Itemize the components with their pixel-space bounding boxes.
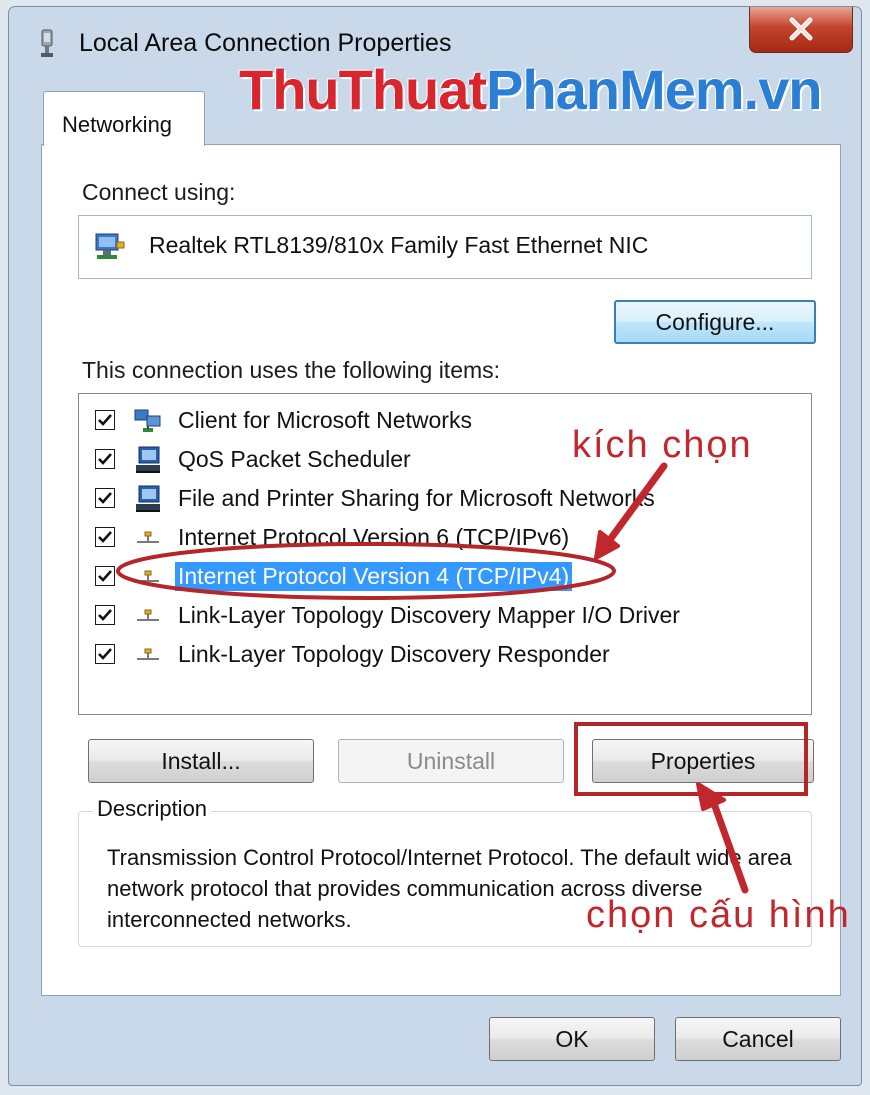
list-item-ipv6[interactable]: Internet Protocol Version 6 (TCP/IPv6): [89, 519, 789, 555]
networking-panel: Connect using: Realtek RTL8139/810x Fami…: [41, 144, 841, 996]
network-client-icon: [134, 409, 161, 432]
close-icon: [789, 17, 813, 41]
items-section-label: This connection uses the following items…: [82, 357, 501, 383]
checkbox[interactable]: [95, 644, 115, 664]
check-icon: [98, 531, 112, 543]
computer-service-icon: [136, 485, 160, 512]
close-button[interactable]: [749, 7, 853, 53]
description-legend: Description: [93, 796, 212, 822]
annotation-select-config: chọn cấu hình: [586, 894, 851, 936]
checkbox[interactable]: [95, 605, 115, 625]
item-label: Internet Protocol Version 6 (TCP/IPv6): [178, 524, 570, 550]
item-label: Link-Layer Topology Discovery Mapper I/O…: [178, 602, 680, 628]
item-label: File and Printer Sharing for Microsoft N…: [178, 485, 655, 511]
computer-service-icon: [136, 446, 160, 473]
item-label: Internet Protocol Version 4 (TCP/IPv4): [175, 562, 573, 591]
check-icon: [98, 648, 112, 660]
check-icon: [98, 414, 112, 426]
check-icon: [98, 453, 112, 465]
checkbox[interactable]: [95, 410, 115, 430]
tab-networking[interactable]: Networking: [43, 91, 205, 146]
site-watermark: ThuThuatPhanMem.vn: [239, 57, 822, 122]
checkbox[interactable]: [95, 449, 115, 469]
ok-button[interactable]: OK: [489, 1017, 655, 1061]
item-label: Link-Layer Topology Discovery Responder: [178, 641, 610, 667]
tab-label: Networking: [62, 112, 173, 137]
annotation-select-item: kích chọn: [572, 424, 753, 466]
checkbox[interactable]: [95, 566, 115, 586]
adapter-name: Realtek RTL8139/810x Family Fast Etherne…: [149, 232, 649, 258]
item-label: QoS Packet Scheduler: [178, 446, 411, 472]
list-item-file-sharing[interactable]: File and Printer Sharing for Microsoft N…: [89, 480, 789, 516]
configure-button[interactable]: Configure...: [614, 300, 816, 344]
protocol-icon: [137, 609, 159, 621]
list-item-lltd-mapper[interactable]: Link-Layer Topology Discovery Mapper I/O…: [89, 597, 789, 633]
uninstall-button[interactable]: Uninstall: [338, 739, 564, 783]
check-icon: [98, 492, 112, 504]
properties-button[interactable]: Properties: [592, 739, 814, 783]
list-item-ipv4[interactable]: Internet Protocol Version 4 (TCP/IPv4): [89, 558, 789, 594]
protocol-icon: [137, 648, 159, 660]
network-adapter-icon: [41, 29, 53, 57]
cancel-button[interactable]: Cancel: [675, 1017, 841, 1061]
checkbox[interactable]: [95, 527, 115, 547]
check-icon: [98, 570, 112, 582]
connect-using-label: Connect using:: [82, 179, 236, 205]
list-item-lltd-responder[interactable]: Link-Layer Topology Discovery Responder: [89, 636, 789, 672]
network-card-icon: [95, 233, 125, 259]
install-button[interactable]: Install...: [88, 739, 314, 783]
adapter-field: Realtek RTL8139/810x Family Fast Etherne…: [78, 215, 812, 279]
check-icon: [98, 609, 112, 621]
checkbox[interactable]: [95, 488, 115, 508]
item-label: Client for Microsoft Networks: [178, 407, 472, 433]
watermark-part1: ThuThuat: [239, 58, 487, 121]
watermark-part2: PhanMem.vn: [486, 58, 822, 121]
protocol-icon: [137, 570, 159, 582]
protocol-icon: [137, 531, 159, 543]
window-title: Local Area Connection Properties: [79, 29, 452, 57]
